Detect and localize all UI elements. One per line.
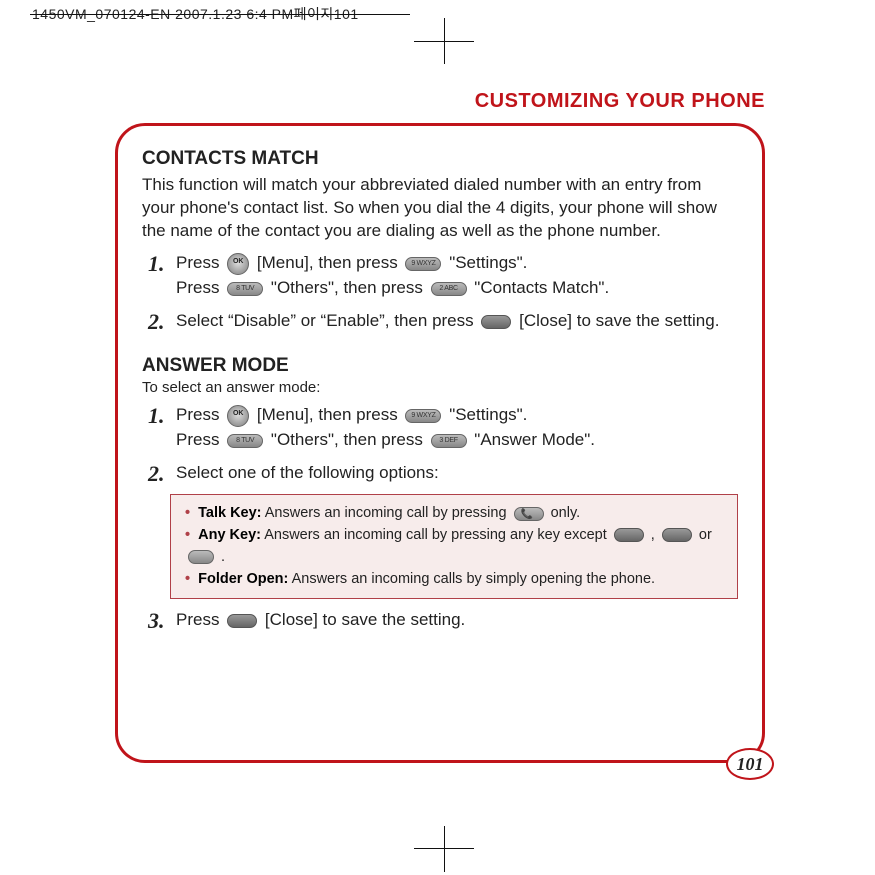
contacts-step-2: 2. Select “Disable” or “Enable”, then pr… xyxy=(148,310,738,334)
answer-heading: ANSWER MODE xyxy=(142,353,738,379)
text: [Menu], then press xyxy=(257,253,403,272)
text: "Settings". xyxy=(449,253,527,272)
text: Select “Disable” or “Enable”, then press xyxy=(176,311,478,330)
text: , xyxy=(651,527,659,543)
answer-step-3: 3. Press [Close] to save the setting. xyxy=(148,609,738,633)
ok-key-icon xyxy=(227,253,249,275)
text: "Contacts Match". xyxy=(474,278,609,297)
talk-key-icon xyxy=(514,507,544,521)
key-8-icon xyxy=(227,434,263,448)
text: Answers an incoming call by pressing xyxy=(265,505,511,521)
crop-mark-v-bottom xyxy=(444,826,445,872)
contacts-heading: CONTACTS MATCH xyxy=(142,146,738,172)
softkey-icon xyxy=(662,528,692,542)
text: "Settings". xyxy=(449,405,527,424)
bullet-icon: • xyxy=(185,571,190,587)
text: "Others", then press xyxy=(271,430,428,449)
text: Select one of the following options: xyxy=(176,463,439,482)
answer-step-2: 2. Select one of the following options: xyxy=(148,462,738,486)
answer-sub: To select an answer mode: xyxy=(142,378,738,398)
page: CUSTOMIZING YOUR PHONE CONTACTS MATCH Th… xyxy=(115,90,765,763)
text: or xyxy=(699,527,712,543)
page-title: CUSTOMIZING YOUR PHONE xyxy=(115,90,765,113)
options-box: • Talk Key: Answers an incoming call by … xyxy=(170,494,738,599)
text: "Answer Mode". xyxy=(474,430,595,449)
key-2-icon xyxy=(431,282,467,296)
bullet-icon: • xyxy=(185,505,190,521)
text: [Close] to save the setting. xyxy=(519,311,719,330)
label: Any Key: xyxy=(198,527,261,543)
text: [Close] to save the setting. xyxy=(265,610,465,629)
ok-key-icon xyxy=(227,405,249,427)
page-number: 101 xyxy=(726,748,774,780)
step-number: 1. xyxy=(148,404,176,428)
label: Folder Open: xyxy=(198,571,288,587)
crop-line xyxy=(30,14,410,15)
key-8-icon xyxy=(227,282,263,296)
step-number: 3. xyxy=(148,609,176,633)
softkey-icon xyxy=(227,614,257,628)
option-talk: • Talk Key: Answers an incoming call by … xyxy=(185,503,723,525)
text: Press xyxy=(176,430,224,449)
label: Talk Key: xyxy=(198,505,261,521)
key-9-icon xyxy=(405,409,441,423)
step-number: 2. xyxy=(148,310,176,334)
contacts-step-1: 1. Press [Menu], then press "Settings". … xyxy=(148,252,738,302)
text: Answers an incoming calls by simply open… xyxy=(292,571,656,587)
content-panel: CONTACTS MATCH This function will match … xyxy=(115,123,765,763)
crop-mark-v xyxy=(444,18,445,64)
text: [Menu], then press xyxy=(257,405,403,424)
text: Answers an incoming call by pressing any… xyxy=(264,527,611,543)
text: only. xyxy=(551,505,581,521)
step-number: 1. xyxy=(148,252,176,276)
text: Press xyxy=(176,610,224,629)
softkey-icon xyxy=(614,528,644,542)
step-number: 2. xyxy=(148,462,176,486)
key-3-icon xyxy=(431,434,467,448)
contacts-intro: This function will match your abbreviate… xyxy=(142,174,738,243)
text: Press xyxy=(176,278,224,297)
text: . xyxy=(221,549,225,565)
bullet-icon: • xyxy=(185,527,190,543)
option-folder: • Folder Open: Answers an incoming calls… xyxy=(185,569,723,591)
softkey-icon xyxy=(481,315,511,329)
text: Press xyxy=(176,405,224,424)
text: Press xyxy=(176,253,224,272)
text: "Others", then press xyxy=(271,278,428,297)
answer-step-1: 1. Press [Menu], then press "Settings". … xyxy=(148,404,738,454)
key-9-icon xyxy=(405,257,441,271)
option-any: • Any Key: Answers an incoming call by p… xyxy=(185,525,723,569)
side-key-icon xyxy=(188,550,214,564)
